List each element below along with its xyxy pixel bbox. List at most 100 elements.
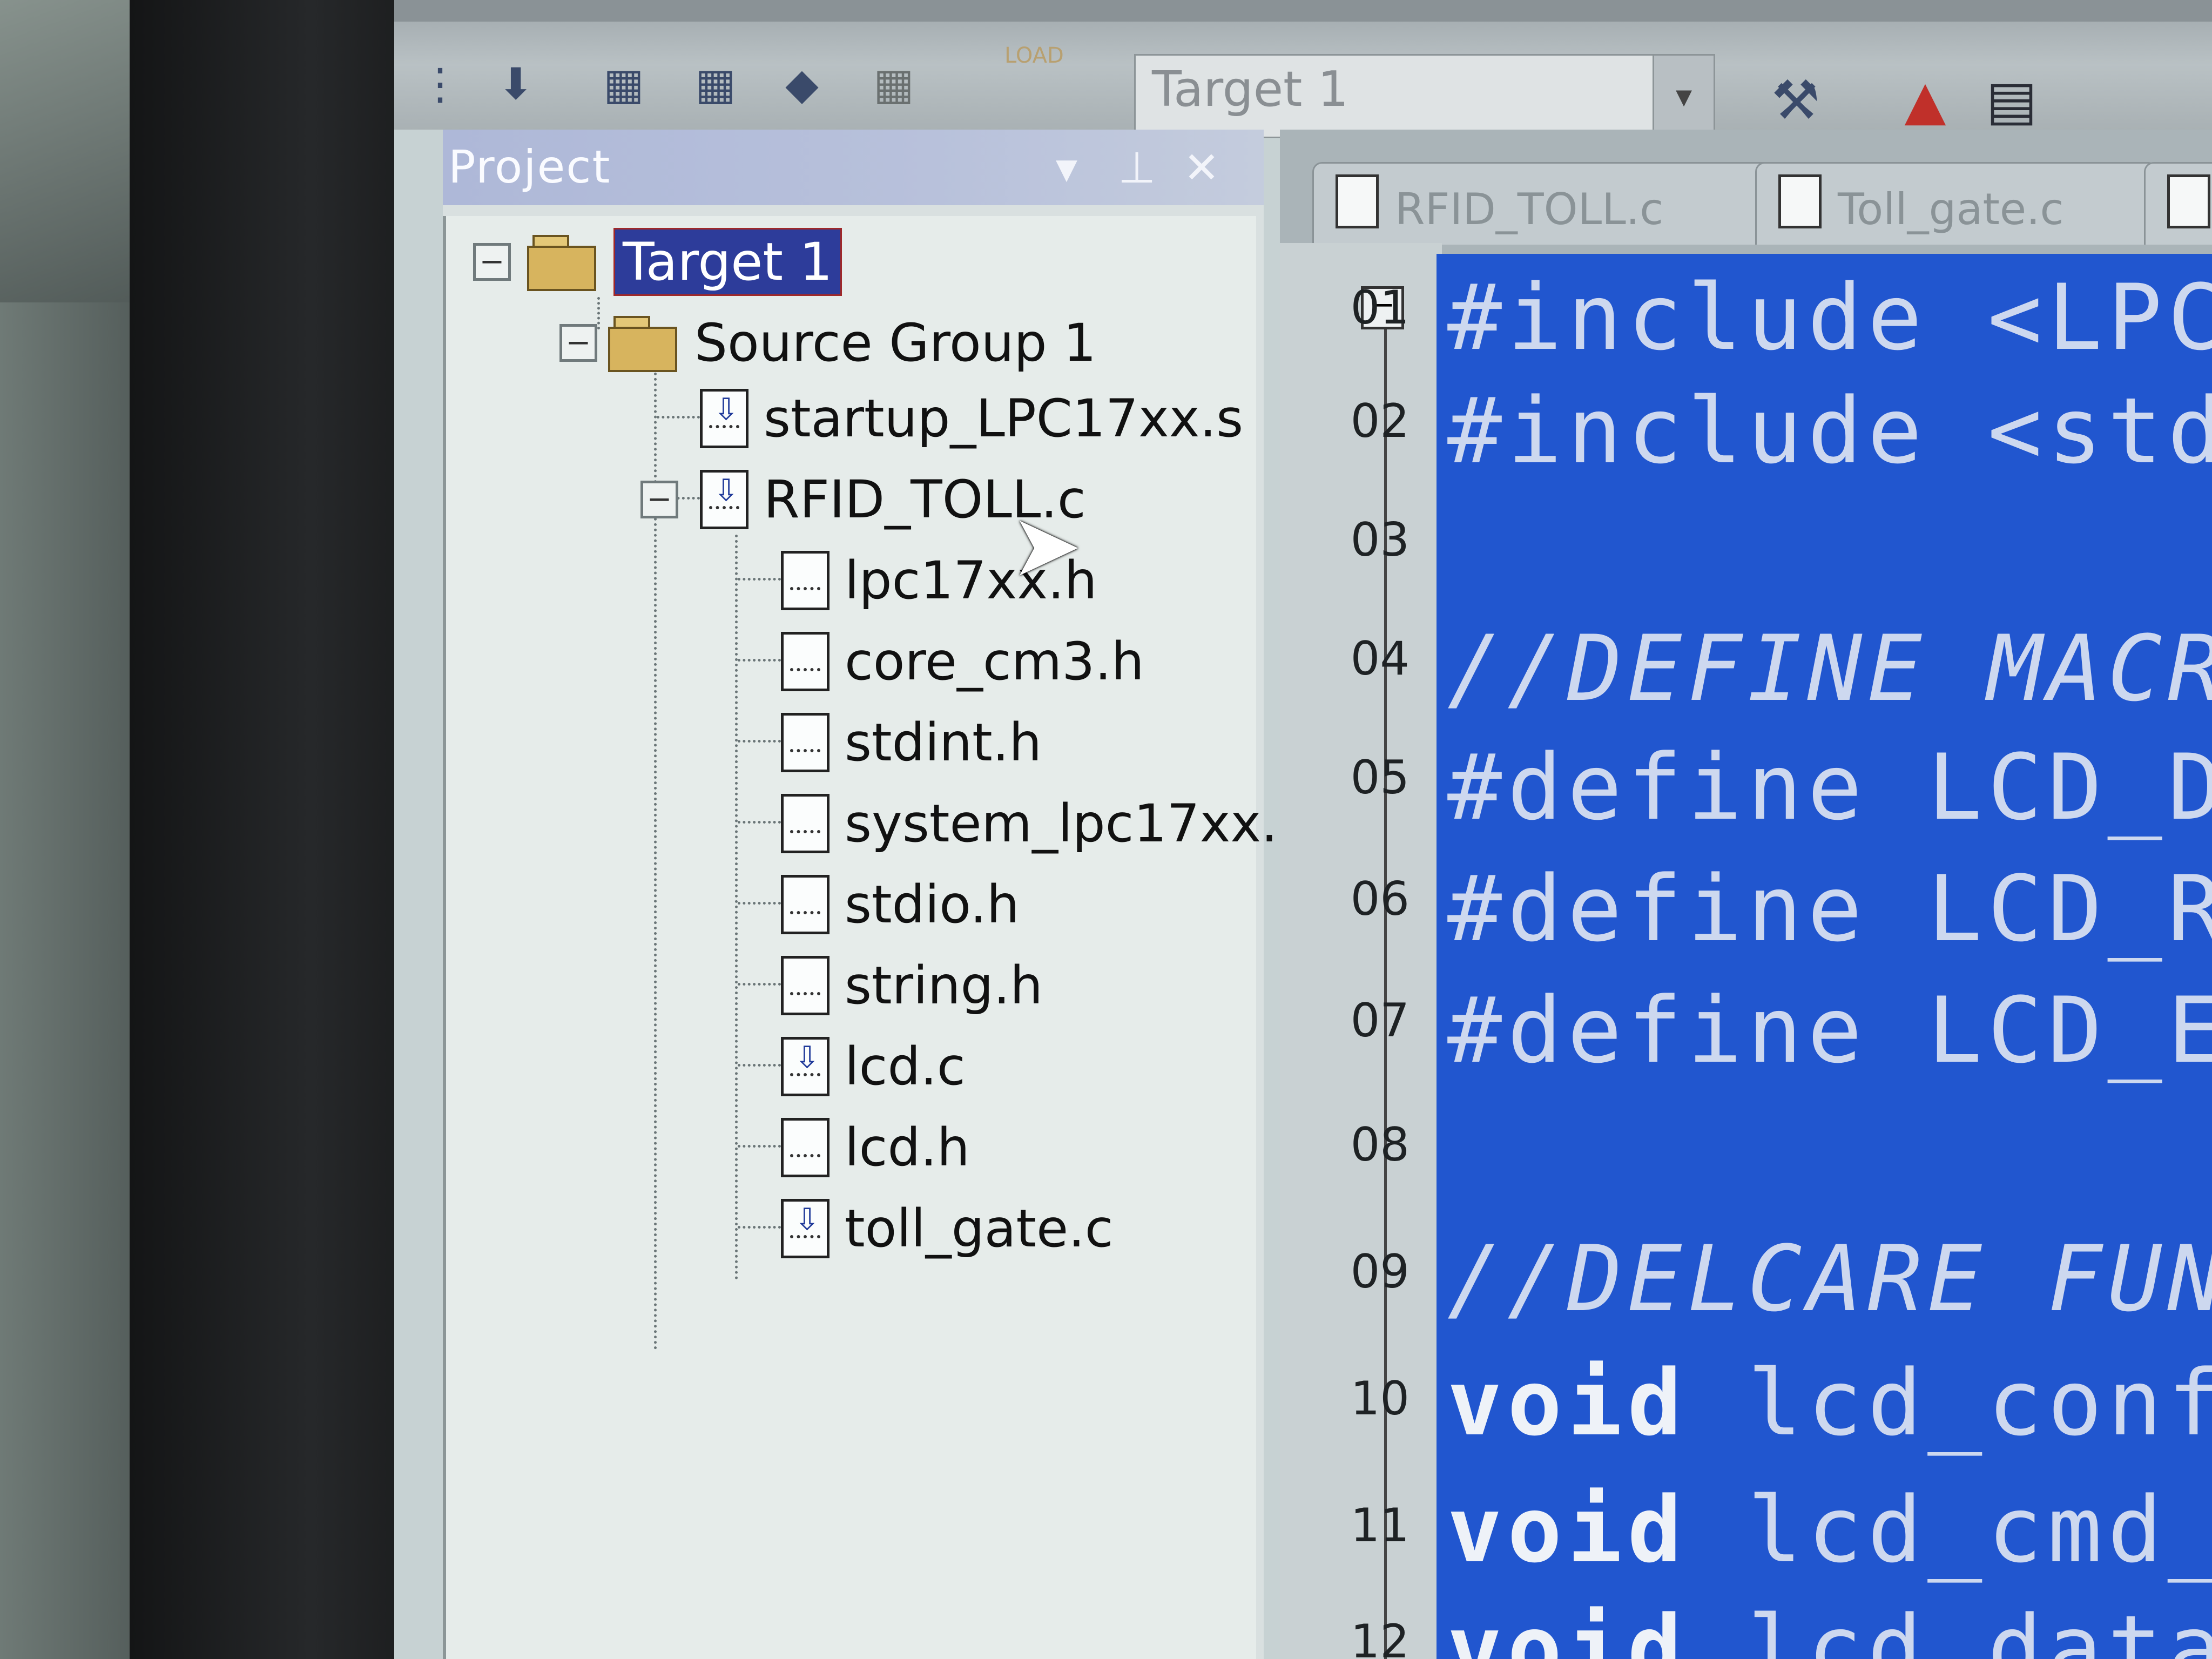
tree-item-file[interactable]: stdint.h bbox=[781, 707, 1042, 778]
tree-item-target[interactable]: Target 1 bbox=[527, 227, 842, 297]
tree-line bbox=[738, 821, 781, 824]
line-number: 05 bbox=[1350, 751, 1410, 805]
source-file-icon bbox=[2167, 174, 2210, 228]
tree-item-file[interactable]: string.h bbox=[781, 950, 1043, 1021]
line-number: 03 bbox=[1350, 513, 1410, 567]
file-label: startup_LPC17xx.s bbox=[764, 388, 1244, 449]
download-icon[interactable]: ⬇ bbox=[486, 54, 545, 113]
close-icon[interactable]: ✕ bbox=[1177, 140, 1226, 194]
source-file-icon: ⇩ bbox=[700, 470, 748, 529]
line-number: 06 bbox=[1350, 872, 1410, 926]
tree-item-file[interactable]: ⇩ startup_LPC17xx.s bbox=[700, 383, 1243, 454]
tree-line bbox=[597, 297, 600, 329]
rebuild-icon[interactable]: ▦ bbox=[686, 54, 745, 113]
target-select[interactable]: Target 1 ▾ bbox=[1134, 54, 1715, 138]
project-panel-title: Project bbox=[448, 140, 611, 193]
line-number: 09 bbox=[1350, 1245, 1410, 1299]
source-file-icon: ⇩ bbox=[700, 389, 748, 448]
source-file-icon bbox=[1336, 174, 1379, 228]
chevron-down-icon[interactable]: ▾ bbox=[1653, 56, 1714, 137]
code-text: //DEFINE MACRO bbox=[1447, 616, 2212, 721]
line-number: 12 bbox=[1350, 1615, 1410, 1659]
tree-item-file[interactable]: system_lpc17xx.h bbox=[781, 788, 1311, 859]
code-line[interactable]: //DELCARE FUN bbox=[1447, 1226, 2212, 1332]
file-label: stdio.h bbox=[845, 874, 1020, 935]
project-panel-header: Project ▾ ⊥ ✕ bbox=[443, 130, 1264, 205]
code-text: #define LCD_RS bbox=[1447, 856, 2212, 962]
source-file-icon bbox=[1778, 174, 1822, 228]
header-file-icon bbox=[781, 956, 830, 1015]
code-keyword: void bbox=[1447, 1596, 1688, 1659]
header-file-icon bbox=[781, 875, 830, 934]
tree-line bbox=[738, 740, 781, 743]
code-line[interactable]: #define LCD_EN bbox=[1447, 977, 2212, 1083]
code-line[interactable]: //DEFINE MACRO bbox=[1447, 616, 2212, 721]
pin-icon[interactable]: ⊥ bbox=[1112, 140, 1161, 194]
line-number: 01 bbox=[1350, 281, 1410, 335]
load-button[interactable]: LOAD bbox=[1004, 43, 1102, 103]
tree-item-file[interactable]: ⇩ toll_gate.c bbox=[781, 1193, 1113, 1264]
manage-components-icon[interactable]: ▤ bbox=[1977, 65, 2047, 135]
tree-line bbox=[738, 659, 781, 662]
collapse-file-button[interactable]: − bbox=[640, 481, 678, 518]
file-label: string.h bbox=[845, 955, 1043, 1016]
file-label: system_lpc17xx.h bbox=[845, 793, 1311, 854]
file-label: stdint.h bbox=[845, 712, 1042, 773]
collapse-target-button[interactable]: − bbox=[473, 243, 511, 281]
tree-line bbox=[738, 983, 781, 986]
line-number: 04 bbox=[1350, 632, 1410, 686]
tab-toll-gate[interactable]: Toll_gate.c bbox=[1755, 162, 2158, 245]
menu-strip bbox=[394, 0, 2212, 22]
code-line[interactable]: void lcd_conf bbox=[1447, 1350, 2212, 1456]
tree-line bbox=[657, 416, 700, 419]
folder-icon bbox=[608, 316, 678, 372]
code-text: lcd_cmd_ bbox=[1687, 1477, 2212, 1583]
target-label: Target 1 bbox=[613, 228, 842, 296]
code-keyword: void bbox=[1447, 1350, 1688, 1456]
code-line[interactable]: void lcd_cmd_ bbox=[1447, 1477, 2212, 1583]
code-text: lcd_data bbox=[1687, 1596, 2212, 1659]
code-line[interactable]: #define LCD_RS bbox=[1447, 856, 2212, 962]
magic-wand-icon[interactable]: ⚒ bbox=[1761, 65, 1831, 135]
code-line[interactable]: #define LCD_DA bbox=[1447, 734, 2212, 840]
batch-build-icon[interactable]: ▦ bbox=[864, 54, 923, 113]
code-text: #define LCD_EN bbox=[1447, 977, 2212, 1083]
screen: ⋮ ⬇ ▦ ▦ ◆ ▦ LOAD Target 1 ▾ ⚒ ▲ ▤ Projec… bbox=[394, 0, 2212, 1659]
build-icon[interactable]: ▦ bbox=[594, 54, 653, 113]
tree-item-file[interactable]: lcd.h bbox=[781, 1112, 970, 1183]
target-select-value: Target 1 bbox=[1152, 61, 1349, 118]
line-number: 10 bbox=[1350, 1372, 1410, 1426]
code-line[interactable]: #include <LPC1 bbox=[1447, 265, 2212, 370]
code-keyword: void bbox=[1447, 1477, 1688, 1583]
tree-line bbox=[738, 902, 781, 905]
tab-overflow[interactable] bbox=[2144, 162, 2212, 245]
file-label: toll_gate.c bbox=[845, 1198, 1114, 1259]
code-line[interactable]: void lcd_data bbox=[1447, 1596, 2212, 1659]
tab-label: Toll_gate.c bbox=[1838, 184, 2064, 234]
tab-label: RFID_TOLL.c bbox=[1395, 184, 1664, 234]
tree-item-source-group[interactable]: Source Group 1 bbox=[608, 308, 1096, 378]
line-number-gutter bbox=[1280, 243, 1442, 1659]
header-file-icon bbox=[781, 713, 830, 772]
tab-rfid-toll[interactable]: RFID_TOLL.c bbox=[1312, 162, 1780, 245]
dropdown-icon[interactable]: ▾ bbox=[1042, 140, 1091, 194]
code-text: #include <stdi bbox=[1447, 378, 2212, 484]
project-tree: − Target 1 − Source Group 1 ⇩ startup_LP… bbox=[443, 216, 1311, 1659]
tree-item-file[interactable]: core_cm3.h bbox=[781, 626, 1144, 697]
tree-item-file[interactable]: stdio.h bbox=[781, 869, 1020, 940]
line-number: 07 bbox=[1350, 994, 1410, 1048]
collapse-group-button[interactable]: − bbox=[559, 324, 597, 362]
file-label: core_cm3.h bbox=[845, 631, 1144, 692]
toolbar-grip-icon: ⋮ bbox=[419, 58, 462, 109]
code-text: //DELCARE FUN bbox=[1447, 1226, 2212, 1332]
code-text: lcd_conf bbox=[1687, 1350, 2212, 1456]
file-label: lcd.c bbox=[845, 1036, 966, 1097]
line-number: 02 bbox=[1350, 394, 1410, 448]
tree-item-file[interactable]: ⇩ lcd.c bbox=[781, 1031, 966, 1102]
monitor-bezel bbox=[130, 0, 432, 1659]
chip-icon[interactable]: ◆ bbox=[772, 54, 832, 113]
code-line[interactable]: #include <stdi bbox=[1447, 378, 2212, 484]
tree-line bbox=[738, 1226, 781, 1229]
options-for-target-icon[interactable]: ▲ bbox=[1890, 65, 1960, 135]
target-icon bbox=[527, 235, 597, 291]
